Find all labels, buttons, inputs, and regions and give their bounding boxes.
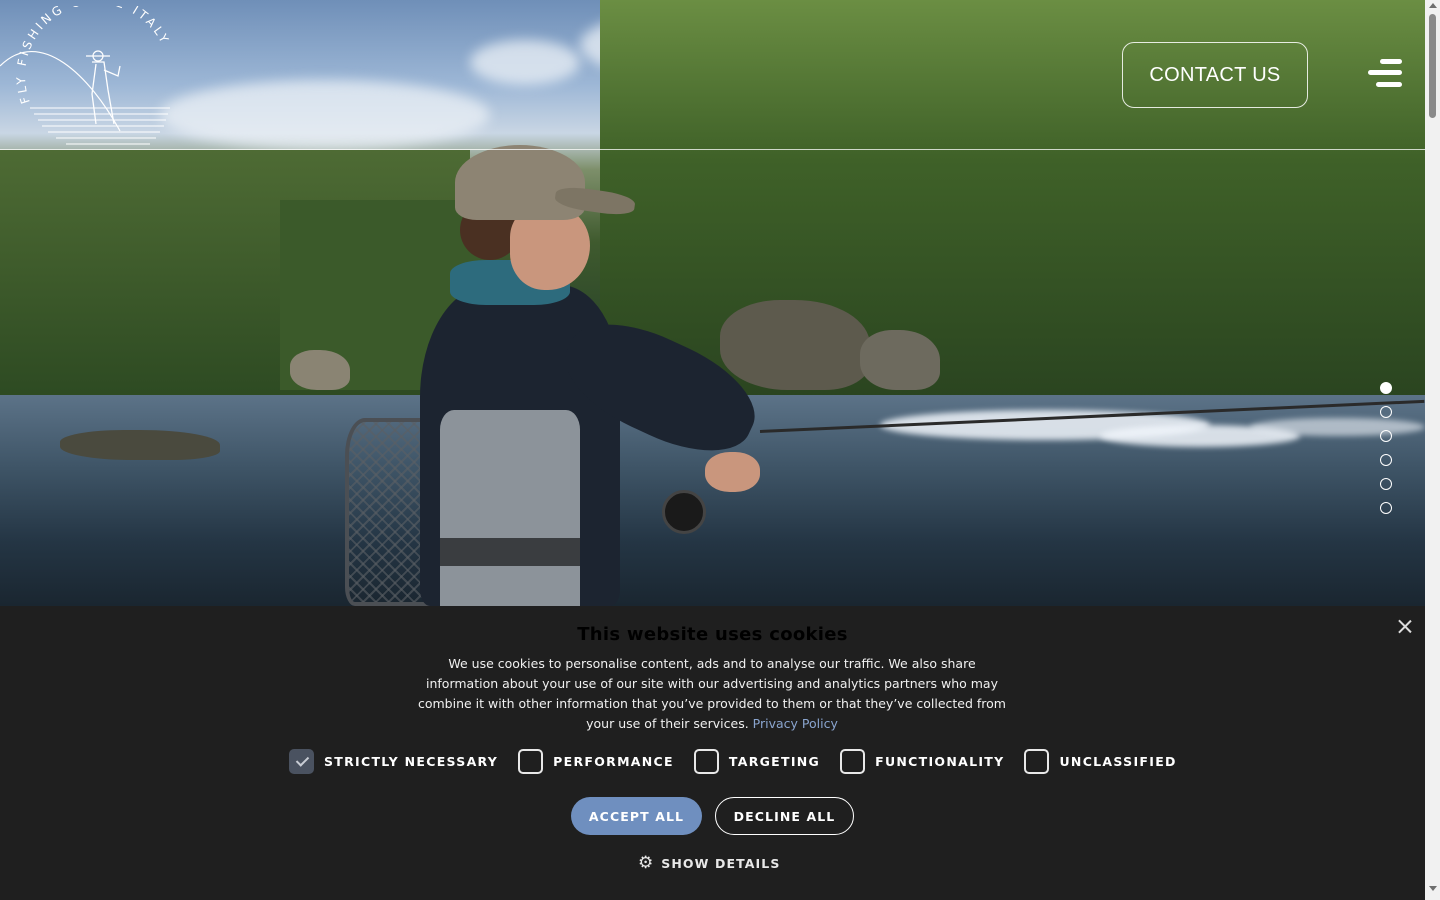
decline-all-button[interactable]: DECLINE ALL [715,797,854,835]
cookie-banner-text: We use cookies to personalise content, a… [412,654,1012,734]
scroll-down-arrow-icon[interactable] [1429,886,1437,891]
checkbox-performance[interactable] [518,748,544,774]
header-divider [0,149,1425,150]
scroll-up-arrow-icon[interactable] [1429,3,1437,8]
option-label: TARGETING [728,753,821,769]
hamburger-menu-icon[interactable] [1368,56,1402,92]
option-label: PERFORMANCE [553,753,674,769]
cookie-options: STRICTLY NECESSARY PERFORMANCE TARGETING… [289,747,1197,775]
show-details-button[interactable]: ⚙ SHOW DETAILS [638,853,780,873]
checkbox-targeting[interactable] [693,748,719,774]
site-logo[interactable]: FLY FISHING GUIDE ITALY [0,0,180,156]
cookie-banner-title: This website uses cookies [577,624,848,645]
slide-dot-6[interactable] [1380,502,1392,514]
privacy-policy-link[interactable]: Privacy Policy [753,716,838,731]
scrollbar-thumb[interactable] [1429,14,1436,118]
option-label: STRICTLY NECESSARY [324,753,499,769]
slide-dot-3[interactable] [1380,430,1392,442]
accept-all-button[interactable]: ACCEPT ALL [571,797,702,835]
gear-icon: ⚙ [638,852,654,873]
option-label: FUNCTIONALITY [875,753,1005,769]
cookie-option-performance[interactable]: PERFORMANCE [518,748,674,774]
cookie-option-unclassified[interactable]: UNCLASSIFIED [1024,748,1177,774]
show-details-label: SHOW DETAILS [661,855,781,871]
checkbox-unclassified[interactable] [1024,748,1050,774]
page-scrollbar[interactable] [1425,0,1440,900]
slide-dot-1[interactable] [1380,382,1392,394]
fly-fisherman-logo-icon: FLY FISHING GUIDE ITALY [0,0,170,145]
option-label: UNCLASSIFIED [1059,753,1177,769]
cookie-option-strictly-necessary[interactable]: STRICTLY NECESSARY [289,748,499,774]
slide-dot-2[interactable] [1380,406,1392,418]
checkbox-functionality[interactable] [840,748,866,774]
cookie-option-targeting[interactable]: TARGETING [693,748,821,774]
contact-us-button[interactable]: CONTACT US [1122,42,1308,108]
slide-dot-5[interactable] [1380,478,1392,490]
slider-pagination [1380,382,1394,526]
checkbox-strictly-necessary[interactable] [289,748,314,774]
cookie-description: We use cookies to personalise content, a… [417,656,1006,731]
cookie-option-functionality[interactable]: FUNCTIONALITY [840,748,1005,774]
slide-dot-4[interactable] [1380,454,1392,466]
